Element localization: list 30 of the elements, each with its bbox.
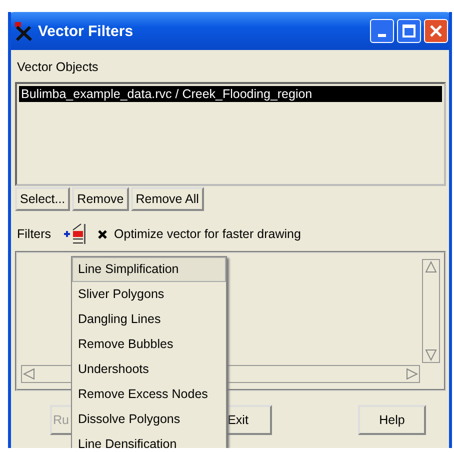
filters-label: Filters	[17, 227, 52, 241]
dialog-button[interactable]: Help	[358, 405, 426, 435]
menu-item[interactable]: Line Densification	[72, 432, 226, 448]
right-arrow-icon[interactable]	[405, 367, 419, 381]
list-action-button[interactable]: Remove	[72, 187, 129, 211]
list-action-button[interactable]: Remove All	[130, 187, 204, 211]
checkbox-label: Optimize vector for faster drawing	[114, 227, 301, 241]
add-filter-icon[interactable]	[63, 223, 88, 245]
vertical-scrollbar[interactable]	[422, 259, 440, 363]
up-arrow-icon[interactable]	[424, 260, 438, 274]
checkbox[interactable]	[97, 228, 108, 240]
list-item[interactable]: Bulimba_example_data.rvc / Creek_Flooding_region	[19, 86, 442, 102]
list-action-button[interactable]: Select...	[15, 187, 70, 211]
menu-item[interactable]: Undershoots	[72, 357, 226, 382]
close-button[interactable]	[424, 19, 448, 43]
menu-item[interactable]: Dangling Lines	[72, 307, 226, 332]
maximize-icon	[402, 24, 416, 38]
menu-item[interactable]: Sliver Polygons	[72, 282, 226, 307]
close-icon	[429, 24, 443, 38]
minimize-button[interactable]	[370, 19, 394, 43]
maximize-button[interactable]	[397, 19, 421, 43]
window-title: Vector Filters	[38, 22, 134, 40]
app-icon	[14, 21, 34, 41]
down-arrow-icon[interactable]	[424, 348, 438, 362]
minimize-icon	[378, 34, 386, 36]
section-label: Vector Objects	[16, 59, 100, 76]
left-arrow-icon[interactable]	[22, 367, 36, 381]
menu-item[interactable]: Line Simplification	[72, 257, 226, 282]
menu-item[interactable]: Remove Bubbles	[72, 332, 226, 357]
menu-item[interactable]: Remove Excess Nodes	[72, 382, 226, 407]
